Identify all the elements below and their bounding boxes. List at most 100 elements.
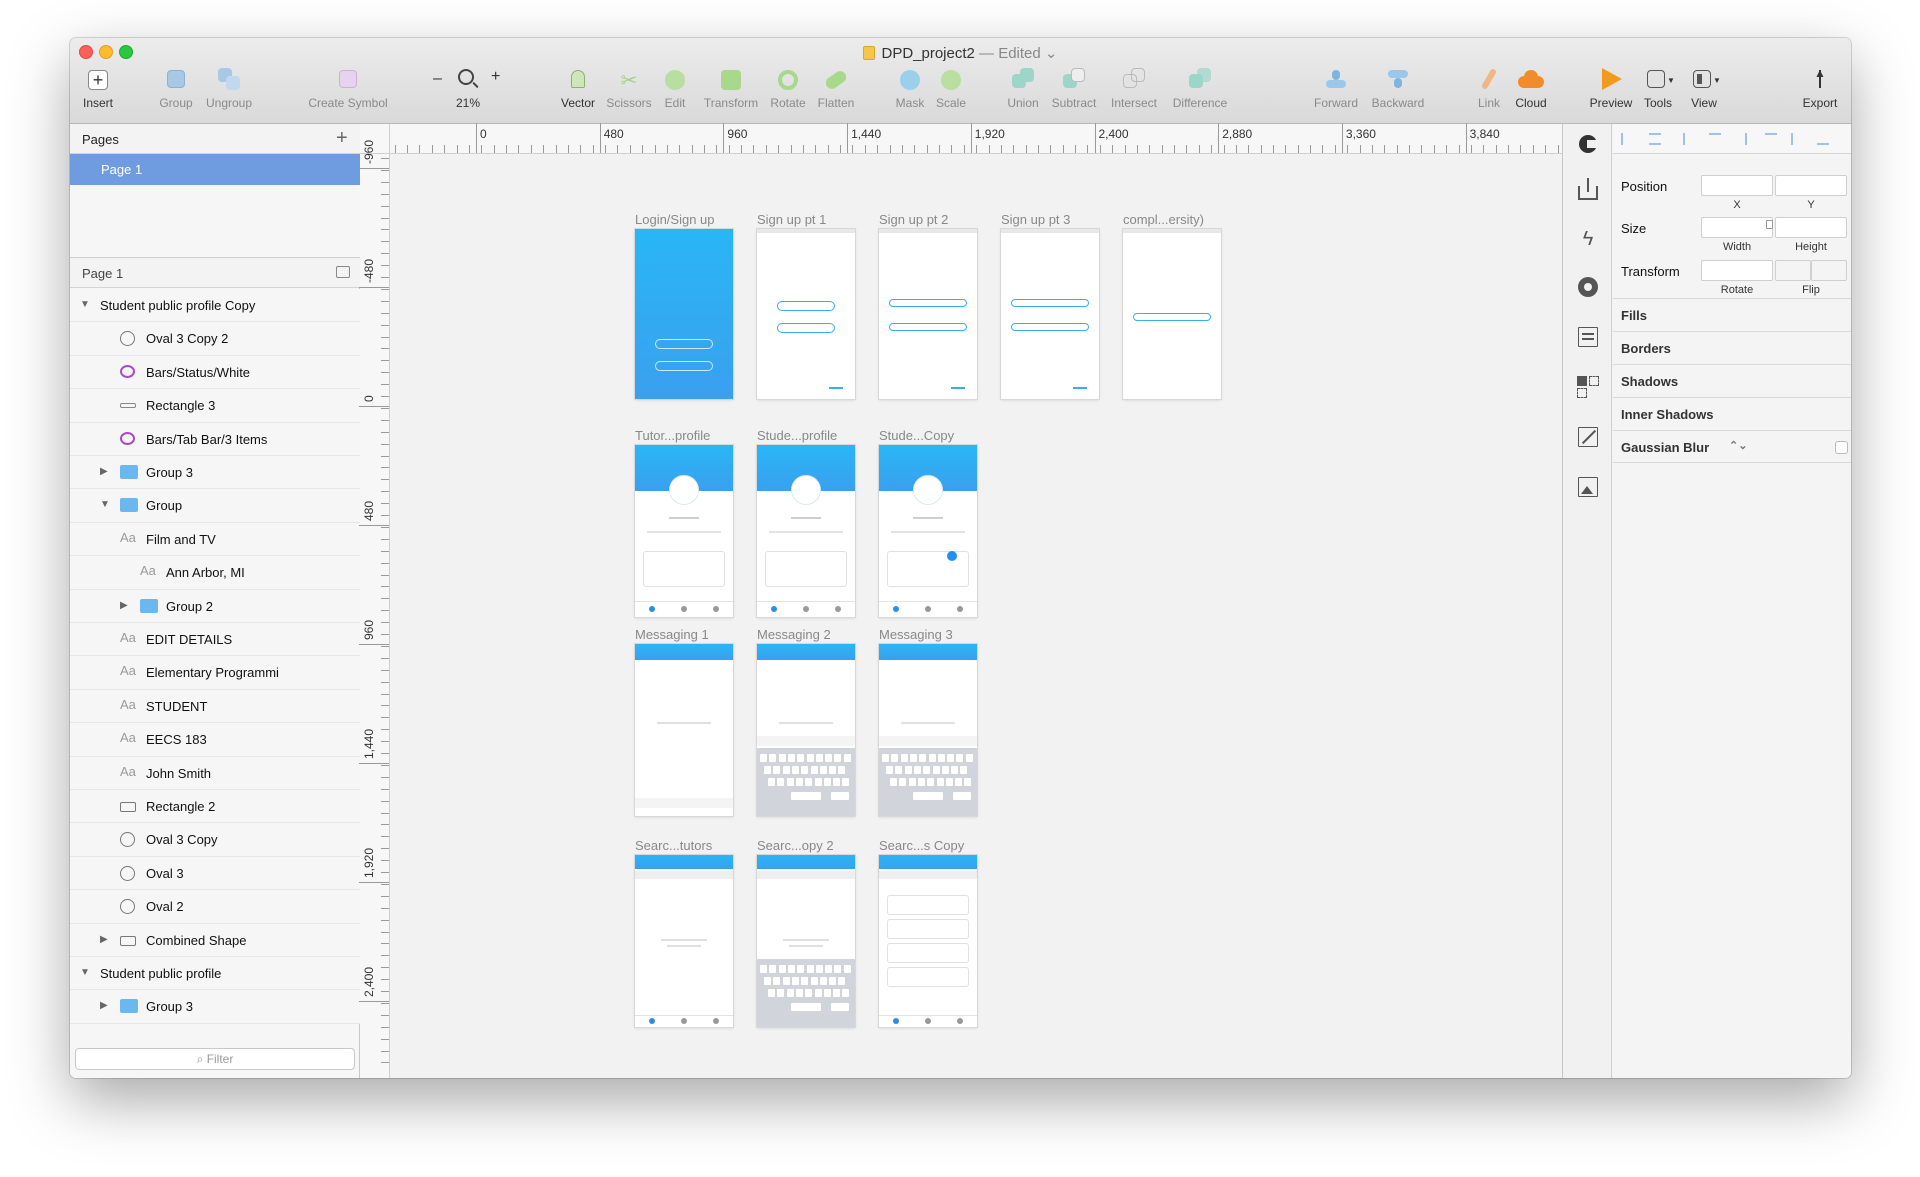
layer-row[interactable]: Aa John Smith bbox=[70, 756, 360, 790]
artboard-title[interactable]: Tutor...profile bbox=[635, 428, 710, 443]
artboard-title[interactable]: Searc...tutors bbox=[635, 838, 712, 853]
add-page-button[interactable]: + bbox=[336, 127, 348, 150]
layer-row[interactable]: Aa Ann Arbor, MI bbox=[70, 556, 360, 590]
distribute-vertical-icon[interactable] bbox=[1649, 133, 1661, 145]
artboard[interactable] bbox=[757, 855, 855, 1027]
artboard[interactable] bbox=[1123, 229, 1221, 399]
create-symbol-button[interactable]: Create Symbol bbox=[300, 68, 396, 110]
hexagon-icon[interactable] bbox=[1575, 274, 1601, 300]
layer-row[interactable]: Bars/Status/White bbox=[70, 355, 360, 390]
artboard[interactable] bbox=[757, 445, 855, 617]
zoom-in-button[interactable]: + bbox=[491, 68, 500, 86]
artboard[interactable] bbox=[879, 855, 977, 1027]
layer-row[interactable]: ▼ Student public profile Copy bbox=[70, 289, 360, 323]
layer-row[interactable]: Rectangle 2 bbox=[70, 790, 360, 824]
chevron-updown-icon[interactable]: ⌃⌄ bbox=[1729, 439, 1747, 452]
export-button[interactable]: ▲ Export bbox=[1798, 66, 1842, 110]
page-item-page-1[interactable]: Page 1 bbox=[70, 154, 360, 185]
mask-button[interactable]: Mask bbox=[893, 68, 927, 110]
artboard-title[interactable]: Sign up pt 3 bbox=[1001, 212, 1070, 227]
disclosure-open-icon[interactable]: ▼ bbox=[100, 499, 110, 510]
chevron-down-icon[interactable]: ⌄ bbox=[1045, 45, 1058, 62]
artboard[interactable] bbox=[635, 445, 733, 617]
intersect-button[interactable]: Intersect bbox=[1106, 68, 1162, 110]
artboard[interactable] bbox=[757, 229, 855, 399]
layer-row[interactable]: Bars/Tab Bar/3 Items bbox=[70, 422, 360, 456]
components-icon[interactable] bbox=[1575, 374, 1601, 400]
group-button[interactable]: Group bbox=[156, 68, 196, 110]
layer-row[interactable]: ▶ Group 3 bbox=[70, 990, 360, 1024]
artboard-title[interactable]: Messaging 1 bbox=[635, 627, 709, 642]
collapse-layers-icon[interactable] bbox=[336, 266, 350, 278]
layer-row[interactable]: ▼ Group bbox=[70, 489, 360, 523]
position-y-input[interactable] bbox=[1775, 175, 1847, 196]
vertical-ruler[interactable]: -960 -480 0 480 960 1,440 1,920 2,400 bbox=[359, 140, 390, 1078]
subtract-button[interactable]: Subtract bbox=[1047, 68, 1101, 110]
zoom-out-button[interactable]: – bbox=[433, 70, 442, 88]
layer-row[interactable]: Aa Elementary Programmi bbox=[70, 656, 360, 690]
layer-row[interactable]: Oval 3 Copy bbox=[70, 823, 360, 857]
upload-icon[interactable] bbox=[1575, 176, 1601, 202]
union-button[interactable]: Union bbox=[1003, 68, 1043, 110]
artboard-title[interactable]: Messaging 2 bbox=[757, 627, 831, 642]
transform-button[interactable]: Transform bbox=[700, 68, 762, 110]
layer-row[interactable]: Oval 2 bbox=[70, 890, 360, 924]
disclosure-closed-icon[interactable]: ▶ bbox=[120, 600, 128, 611]
layer-row[interactable]: Oval 3 bbox=[70, 856, 360, 891]
image-icon[interactable] bbox=[1575, 474, 1601, 500]
height-input[interactable] bbox=[1775, 217, 1847, 238]
backward-button[interactable]: Backward bbox=[1367, 68, 1429, 110]
rotate-input[interactable] bbox=[1701, 260, 1773, 281]
flip-vertical-button[interactable] bbox=[1811, 260, 1847, 281]
artboard-title[interactable]: Login/Sign up bbox=[635, 212, 715, 227]
position-x-input[interactable] bbox=[1701, 175, 1773, 196]
align-center-horizontal-icon[interactable] bbox=[1709, 133, 1721, 145]
layer-row[interactable]: ▶ Combined Shape bbox=[70, 923, 360, 957]
align-top-icon[interactable] bbox=[1765, 133, 1777, 145]
cloud-button[interactable]: Cloud bbox=[1511, 68, 1551, 110]
artboard-title[interactable]: Searc...opy 2 bbox=[757, 838, 834, 853]
disclosure-closed-icon[interactable]: ▶ bbox=[100, 934, 108, 945]
forward-button[interactable]: Forward bbox=[1310, 68, 1362, 110]
artboard[interactable] bbox=[635, 855, 733, 1027]
ungroup-button[interactable]: Ungroup bbox=[203, 68, 255, 110]
layer-row[interactable]: Rectangle 3 bbox=[70, 389, 360, 423]
layer-row[interactable]: ▼ Student public profile bbox=[70, 957, 360, 991]
artboard[interactable] bbox=[879, 445, 977, 617]
difference-button[interactable]: Difference bbox=[1167, 68, 1233, 110]
flatten-button[interactable]: Flatten bbox=[814, 68, 858, 110]
link-button[interactable]: Link bbox=[1474, 67, 1504, 110]
artboard[interactable] bbox=[757, 644, 855, 816]
artboard-title[interactable]: Stude...Copy bbox=[879, 428, 954, 443]
inner-shadows-section[interactable]: Inner Shadows bbox=[1613, 397, 1851, 430]
tools-button[interactable]: ▼ Tools bbox=[1638, 68, 1678, 110]
flip-horizontal-button[interactable] bbox=[1775, 260, 1811, 281]
disclosure-closed-icon[interactable]: ▶ bbox=[100, 466, 108, 477]
view-button[interactable]: ▼ View bbox=[1684, 68, 1724, 110]
layer-row[interactable]: ▶ Group 3 bbox=[70, 456, 360, 490]
scale-button[interactable]: Scale bbox=[934, 68, 968, 110]
disclosure-open-icon[interactable]: ▼ bbox=[80, 299, 90, 310]
artboard[interactable] bbox=[1001, 229, 1099, 399]
align-middle-icon[interactable] bbox=[1791, 133, 1803, 145]
width-input[interactable] bbox=[1701, 217, 1773, 238]
layer-row[interactable]: ▶ Group 2 bbox=[70, 589, 360, 623]
borders-section[interactable]: Borders bbox=[1613, 331, 1851, 364]
artboard-title[interactable]: Messaging 3 bbox=[879, 627, 953, 642]
artboard-title[interactable]: Sign up pt 2 bbox=[879, 212, 948, 227]
horizontal-ruler[interactable]: 0 480 960 1,440 1,920 2,400 2,880 3,360 3,840 bbox=[360, 123, 1562, 154]
edit-button[interactable]: Edit bbox=[660, 68, 690, 110]
scissors-button[interactable]: ✂ Scissors bbox=[603, 68, 655, 110]
lightning-icon[interactable]: ϟ bbox=[1575, 228, 1601, 254]
style-inspector-icon[interactable] bbox=[1575, 132, 1601, 158]
disclosure-open-icon[interactable]: ▼ bbox=[80, 967, 90, 978]
align-left-icon[interactable] bbox=[1683, 133, 1695, 145]
edit-shape-icon[interactable] bbox=[1575, 424, 1601, 450]
insert-button[interactable]: + Insert bbox=[76, 68, 120, 110]
shadows-section[interactable]: Shadows bbox=[1613, 364, 1851, 397]
layer-row[interactable]: Aa Film and TV bbox=[70, 522, 360, 557]
list-icon[interactable] bbox=[1575, 324, 1601, 350]
layer-row[interactable]: Oval 3 Copy 2 bbox=[70, 322, 360, 356]
layer-row[interactable]: Aa EDIT DETAILS bbox=[70, 623, 360, 657]
rotate-button[interactable]: Rotate bbox=[767, 68, 809, 110]
